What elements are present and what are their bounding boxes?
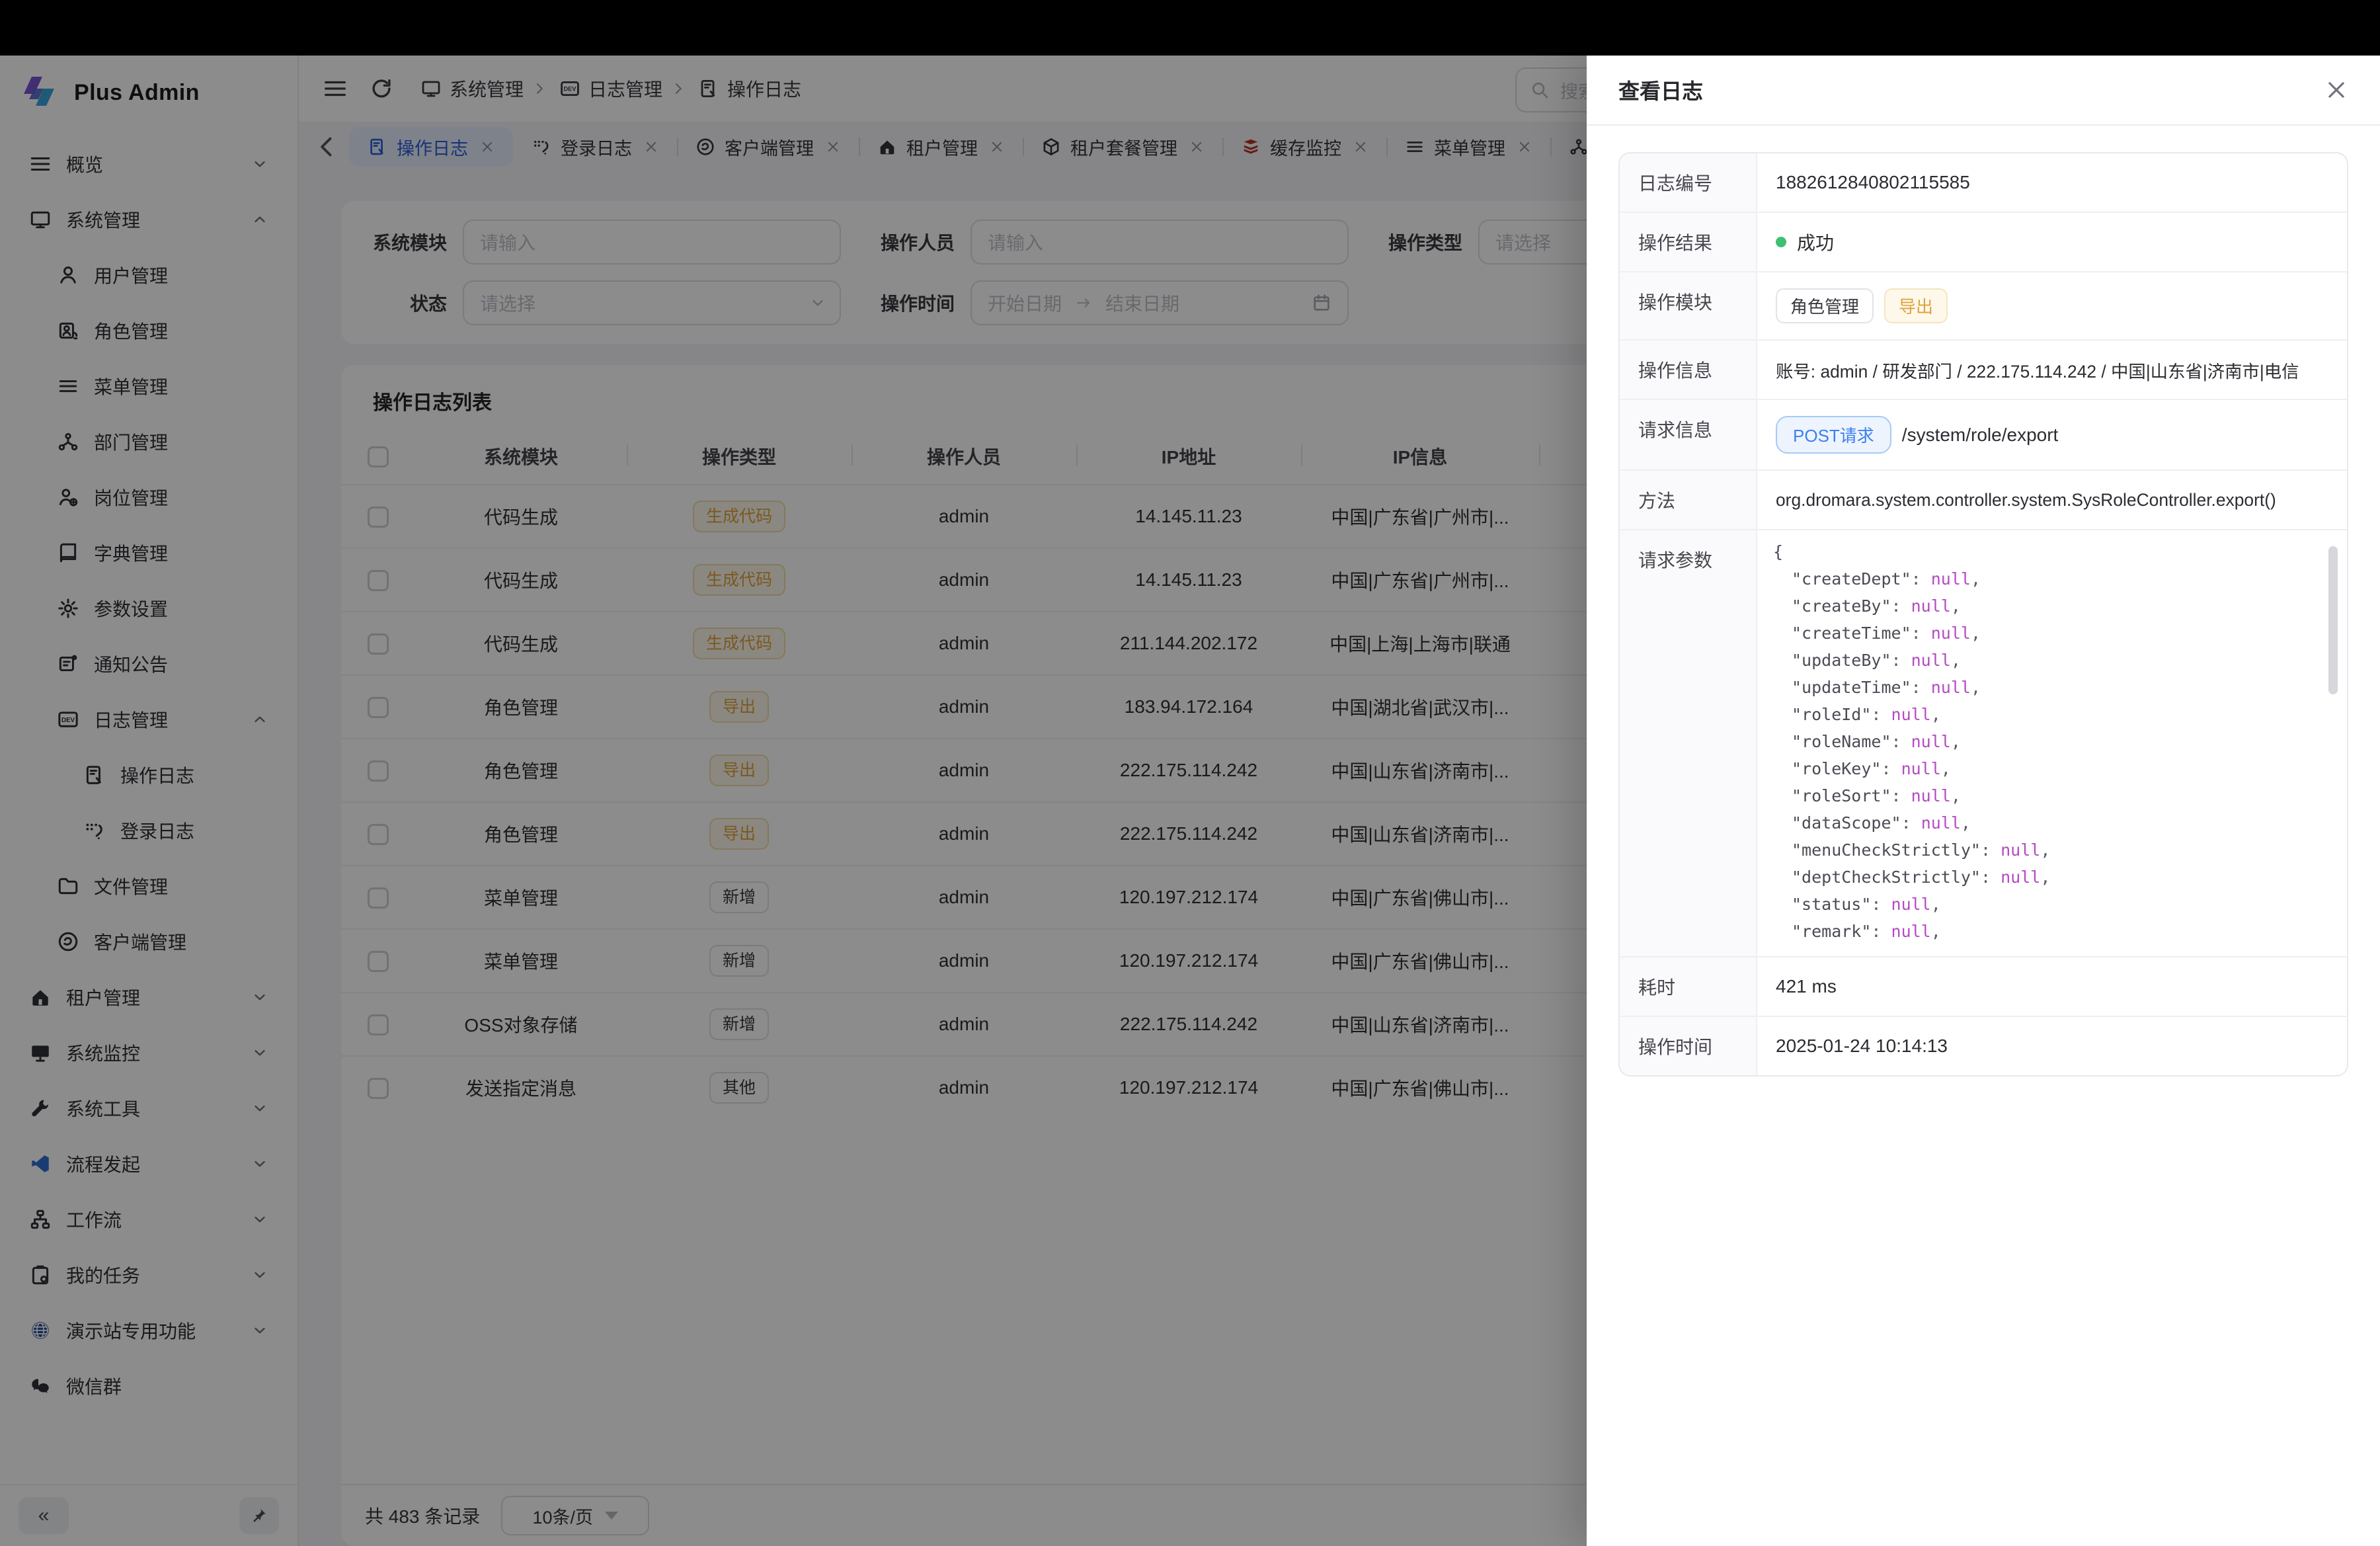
json-line: "roleKey": null, <box>1773 755 2339 782</box>
json-key: "deptCheckStrictly" <box>1792 868 1981 887</box>
json-line: "deptCheckStrictly": null, <box>1773 864 2339 891</box>
json-key: "createBy" <box>1792 596 1891 616</box>
json-key: "roleSort" <box>1792 786 1891 805</box>
top-black-bar <box>0 0 2380 56</box>
json-null-value: null <box>1931 569 1971 589</box>
method-value: org.dromara.system.controller.system.Sys… <box>1757 471 2347 529</box>
json-line: "menuCheckStrictly": null, <box>1773 836 2339 864</box>
json-line: "roleId": null, <box>1773 701 2339 728</box>
json-line: "remark": null, <box>1773 918 2339 945</box>
detail-row-params: 请求参数 {"createDept": null,"createBy": nul… <box>1620 529 2347 956</box>
json-key: "menuCheckStrictly" <box>1792 840 1981 860</box>
json-key: "updateBy" <box>1792 651 1891 670</box>
viewport: Plus Admin 概览 系统管理 用户管理 <box>0 0 2380 1546</box>
app: Plus Admin 概览 系统管理 用户管理 <box>0 56 2380 1546</box>
json-null-value: null <box>2001 840 2040 860</box>
json-null-value: null <box>1901 759 1941 778</box>
json-line: "roleSort": null, <box>1773 782 2339 809</box>
post-method-tag: POST请求 <box>1776 416 1891 454</box>
json-null-value: null <box>1911 596 1951 616</box>
json-null-value: null <box>1891 705 1931 724</box>
detail-row-info: 操作信息 账号: admin / 研发部门 / 222.175.114.242 … <box>1620 339 2347 399</box>
view-log-drawer: 查看日志 日志编号 1882612840802115585 操作结果 成功 <box>1587 56 2380 1546</box>
request-url: /system/role/export <box>1902 425 2059 446</box>
json-line: "createDept": null, <box>1773 565 2339 592</box>
json-line: "dataScope": null, <box>1773 809 2339 836</box>
json-null-value: null <box>1911 651 1951 670</box>
json-lines: {"createDept": null,"createBy": null,"cr… <box>1773 538 2339 945</box>
json-line: "createTime": null, <box>1773 620 2339 647</box>
result-value: 成功 <box>1797 229 1834 255</box>
log-id-value: 1882612840802115585 <box>1757 153 2347 212</box>
json-key: "createDept" <box>1792 569 1911 589</box>
json-key: "remark" <box>1792 922 1871 941</box>
operation-time-value: 2025-01-24 10:14:13 <box>1757 1017 2347 1075</box>
drawer-title: 查看日志 <box>1618 75 1703 105</box>
json-key: "roleId" <box>1792 705 1871 724</box>
drawer-header: 查看日志 <box>1587 56 2380 126</box>
json-line: "status": null, <box>1773 891 2339 918</box>
json-key: "updateTime" <box>1792 678 1911 697</box>
detail-row-module: 操作模块 角色管理 导出 <box>1620 271 2347 339</box>
request-params-json[interactable]: {"createDept": null,"createBy": null,"cr… <box>1773 538 2339 948</box>
json-line: "updateBy": null, <box>1773 647 2339 674</box>
detail-row-time: 操作时间 2025-01-24 10:14:13 <box>1620 1016 2347 1075</box>
json-key: "roleName" <box>1792 732 1891 751</box>
json-line: "updateTime": null, <box>1773 674 2339 701</box>
log-detail-table: 日志编号 1882612840802115585 操作结果 成功 操作模块 <box>1618 152 2348 1077</box>
detail-row-cost: 耗时 421 ms <box>1620 956 2347 1016</box>
json-line: { <box>1773 538 2339 565</box>
json-null-value: null <box>1891 922 1931 941</box>
cost-value: 421 ms <box>1757 957 2347 1016</box>
json-null-value: null <box>2001 868 2040 887</box>
operation-type-tag: 导出 <box>1884 288 1948 323</box>
json-key: "status" <box>1792 895 1871 914</box>
json-null-value: null <box>1911 732 1951 751</box>
json-key: "createTime" <box>1792 624 1911 643</box>
detail-row-log-id: 日志编号 1882612840802115585 <box>1620 153 2347 212</box>
drawer-body: 日志编号 1882612840802115585 操作结果 成功 操作模块 <box>1587 126 2380 1103</box>
json-null-value: null <box>1921 813 1961 833</box>
json-null-value: null <box>1891 895 1931 914</box>
detail-row-request: 请求信息 POST请求 /system/role/export <box>1620 399 2347 469</box>
json-line: "createBy": null, <box>1773 592 2339 620</box>
detail-row-method: 方法 org.dromara.system.controller.system.… <box>1620 469 2347 529</box>
json-null-value: null <box>1931 678 1971 697</box>
json-key: "roleKey" <box>1792 759 1881 778</box>
json-line: "roleName": null, <box>1773 728 2339 755</box>
json-null-value: null <box>1931 624 1971 643</box>
detail-row-result: 操作结果 成功 <box>1620 212 2347 271</box>
module-tag: 角色管理 <box>1776 288 1874 323</box>
json-null-value: null <box>1911 786 1951 805</box>
close-icon[interactable] <box>2324 78 2348 102</box>
json-key: { <box>1773 542 1783 561</box>
operation-info-value: 账号: admin / 研发部门 / 222.175.114.242 / 中国|… <box>1757 341 2347 399</box>
scrollbar-thumb[interactable] <box>2328 546 2338 694</box>
success-dot-icon <box>1776 237 1786 247</box>
json-key: "dataScope" <box>1792 813 1901 833</box>
